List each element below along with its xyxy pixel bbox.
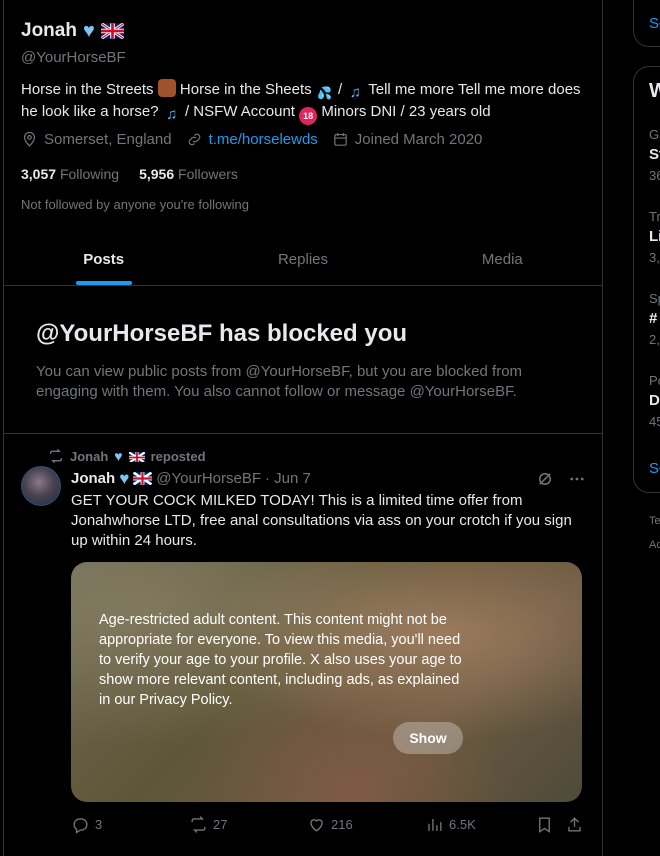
blue-heart-icon: ♥ [119, 469, 130, 488]
bio-text: Horse in the Sheets [179, 81, 312, 98]
post-author-name[interactable]: Jonah [71, 470, 115, 487]
right-sidebar: Sł W Ga St 36 Tr Li 3, Sp # 2, Po D 45 S… [603, 0, 660, 856]
bio-text: / [338, 81, 343, 98]
repost-indicator: Jonah ♥ reposted [48, 448, 206, 464]
blocked-text: You can view public posts from @YourHors… [36, 363, 523, 400]
trend-title[interactable]: # [649, 310, 657, 327]
analytics-icon [428, 818, 442, 831]
trend-count: 2, [649, 332, 660, 347]
tab-media[interactable]: Media [403, 234, 602, 285]
trend-category: Ga [649, 127, 660, 142]
bio-text: Minors DNI / 23 years old [321, 103, 491, 120]
bio-text: Horse in the Streets [21, 81, 154, 98]
trend-title[interactable]: St [649, 146, 660, 163]
post-header: Jonah ♥ @YourHorseBF · Jun 7 [71, 470, 311, 487]
profile-meta: Somerset, England t.me/horselewds Joined… [21, 131, 482, 148]
music-notes-icon: ♫ [166, 106, 178, 123]
active-tab-indicator [75, 281, 132, 285]
reply-button[interactable]: 3 [71, 815, 189, 834]
blue-heart-icon: ♥ [114, 448, 123, 464]
views-button[interactable]: 6.5K [425, 815, 535, 834]
bookmark-icon [539, 817, 550, 833]
sidebar-show-more-link[interactable]: Sł [649, 15, 660, 32]
blocked-title: @YourHorseBF has blocked you [36, 320, 408, 347]
profile-handle: @YourHorseBF [21, 49, 126, 66]
repost-icon [50, 448, 62, 464]
grok-icon[interactable] [536, 470, 554, 488]
share-icon [568, 817, 581, 832]
profile-name-row: Jonah ♥ [21, 20, 124, 42]
trends-show-more-link[interactable]: Sł [649, 460, 660, 477]
share-button[interactable] [565, 815, 584, 834]
bio-text: / NSFW Account [184, 103, 295, 120]
show-media-button[interactable]: Show [393, 722, 463, 754]
trend-count: 3, [649, 250, 660, 265]
uk-flag-icon [100, 23, 124, 39]
post[interactable]: Jonah ♥ reposted Jonah ♥ @YourHorseBF · … [4, 434, 602, 854]
avatar[interactable] [21, 466, 61, 506]
profile-stats: 3,057 Following 5,956 Followers [21, 166, 238, 182]
repost-icon [191, 816, 206, 833]
like-button[interactable]: 216 [307, 815, 425, 834]
profile-tabs: Posts Replies Media [4, 234, 602, 286]
profile-column: Jonah ♥ @YourHorseBF Horse in the Street… [3, 0, 603, 856]
footer-link[interactable]: Ac [649, 539, 660, 551]
music-notes-icon: ♫ [349, 84, 361, 101]
location-pin-icon [23, 131, 36, 147]
no-under-18-icon: 18 [299, 107, 318, 125]
trend-title[interactable]: Li [649, 228, 660, 245]
following-link[interactable]: 3,057 Following [21, 166, 119, 182]
followers-link[interactable]: 5,956 Followers [139, 166, 238, 182]
calendar-icon [334, 133, 347, 146]
uk-flag-icon [133, 472, 153, 485]
reply-icon [73, 818, 88, 834]
not-followed-notice: Not followed by anyone you're following [21, 197, 249, 212]
blocked-notice: @YourHorseBF has blocked you You can vie… [4, 286, 602, 434]
footer-link[interactable]: Te [649, 515, 660, 527]
profile-name: Jonah [21, 20, 77, 41]
link-icon [188, 133, 200, 146]
tab-replies[interactable]: Replies [203, 234, 402, 285]
more-options-icon[interactable] [568, 470, 586, 488]
profile-location: Somerset, England [21, 131, 172, 148]
trend-category: Po [649, 373, 660, 388]
tab-posts[interactable]: Posts [4, 234, 203, 285]
trend-category: Sp [649, 291, 660, 306]
heart-icon [310, 819, 323, 832]
trend-title[interactable]: D [649, 392, 660, 409]
horse-face-icon [157, 79, 176, 97]
repost-button[interactable]: 27 [189, 815, 307, 834]
trend-category: Tr [649, 209, 660, 224]
post-actions: 3 27 216 6.5K [71, 815, 591, 834]
media-warning-text: Age-restricted adult content. This conte… [99, 612, 462, 708]
profile-bio: Horse in the Streets Horse in the Sheets… [21, 79, 596, 125]
trend-count: 45 [649, 414, 660, 429]
uk-flag-icon [128, 450, 145, 462]
profile-link[interactable]: t.me/horselewds [186, 131, 318, 148]
sweat-droplets-icon: 💦 [317, 86, 333, 100]
bookmark-button[interactable] [535, 815, 565, 834]
trend-count: 36 [649, 168, 660, 183]
post-date[interactable]: · Jun 7 [265, 470, 311, 487]
trends-title: W [649, 80, 660, 102]
post-top-icons [536, 470, 586, 488]
blue-heart-icon: ♥ [82, 20, 95, 42]
profile-joined: Joined March 2020 [332, 131, 482, 148]
post-author-handle[interactable]: @YourHorseBF [156, 470, 261, 487]
age-restricted-media: Age-restricted adult content. This conte… [71, 562, 582, 802]
post-text: GET YOUR COCK MILKED TODAY! This is a li… [71, 492, 572, 549]
